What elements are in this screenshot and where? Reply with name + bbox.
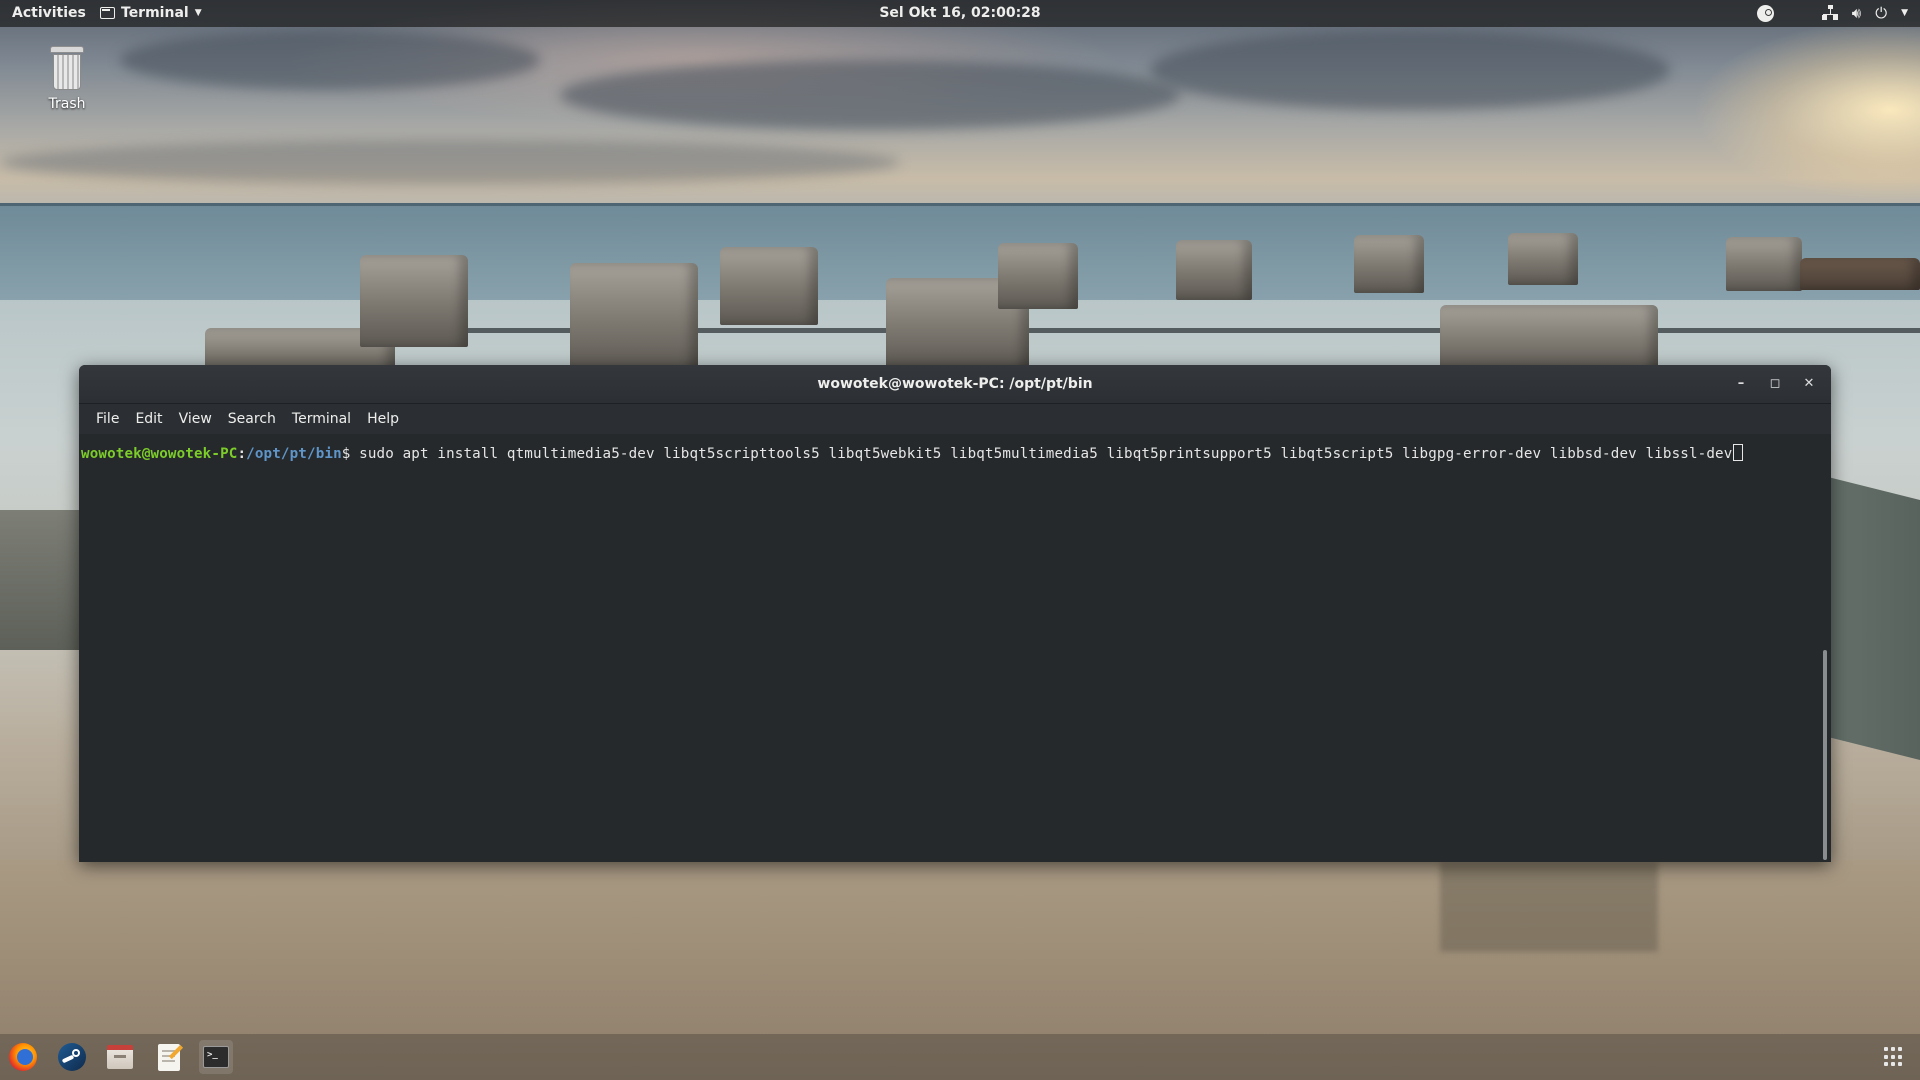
text-editor-icon[interactable] — [152, 1040, 186, 1074]
top-bar: Activities Terminal ▼ Sel Okt 16, 02:00:… — [0, 0, 1920, 27]
wallpaper-pillar — [1176, 240, 1252, 300]
activities-button[interactable]: Activities — [12, 5, 86, 21]
app-menu[interactable]: Terminal ▼ — [100, 5, 202, 21]
wallpaper-cloud — [1150, 30, 1670, 110]
wallpaper-pillar — [720, 247, 818, 325]
wallpaper-pillar — [1508, 233, 1578, 285]
desktop-icon-label: Trash — [48, 96, 86, 112]
wallpaper-pillar — [1354, 235, 1424, 293]
wallpaper-pillar — [570, 263, 698, 373]
prompt-user-host: wowotek@wowotek-PC — [81, 446, 238, 462]
terminal-scrollbar[interactable] — [1823, 650, 1827, 860]
menu-help[interactable]: Help — [359, 411, 407, 427]
volume-icon[interactable]: 🔊︎ — [1852, 4, 1861, 22]
wallpaper-pillar — [998, 243, 1078, 309]
prompt-separator: : — [237, 446, 247, 462]
wallpaper-cloud — [0, 140, 900, 185]
terminal-app-icon — [100, 7, 115, 19]
maximize-button[interactable]: ◻ — [1763, 373, 1787, 395]
terminal-output[interactable]: wowotek@wowotek-PC:/opt/pt/bin$ sudo apt… — [79, 434, 1831, 862]
menu-search[interactable]: Search — [220, 411, 284, 427]
file-manager-icon[interactable] — [103, 1040, 137, 1074]
terminal-window: wowotek@wowotek-PC: /opt/pt/bin – ◻ ✕ Fi… — [79, 365, 1831, 862]
wallpaper-reflection — [1440, 862, 1658, 952]
dock: >_ — [0, 1034, 1920, 1080]
trash-icon — [50, 46, 84, 90]
show-applications-icon[interactable] — [1884, 1047, 1904, 1067]
minimize-button[interactable]: – — [1729, 373, 1753, 395]
wallpaper-horizon — [0, 203, 1920, 206]
command-line: wowotek@wowotek-PC:/opt/pt/bin$ sudo apt… — [81, 444, 1744, 462]
command-text: sudo apt install qtmultimedia5-dev libqt… — [350, 446, 1733, 462]
window-title: wowotek@wowotek-PC: /opt/pt/bin — [817, 376, 1093, 392]
desktop-icon-trash[interactable]: Trash — [34, 46, 100, 112]
steam-icon[interactable] — [55, 1040, 89, 1074]
firefox-icon[interactable] — [6, 1040, 40, 1074]
wallpaper-rock-wall — [0, 510, 85, 650]
close-button[interactable]: ✕ — [1797, 373, 1821, 395]
network-icon[interactable] — [1821, 5, 1838, 21]
clock[interactable]: Sel Okt 16, 02:00:28 — [879, 5, 1040, 21]
steam-tray-icon[interactable] — [1756, 4, 1774, 22]
prompt-path: /opt/pt/bin — [246, 446, 342, 462]
wallpaper-pillar — [360, 255, 468, 347]
power-icon[interactable]: ⏻ — [1875, 4, 1887, 22]
menu-view[interactable]: View — [171, 411, 220, 427]
chevron-down-icon: ▼ — [194, 8, 202, 18]
wallpaper-pillar — [1726, 237, 1802, 291]
text-cursor — [1733, 444, 1744, 461]
window-controls: – ◻ ✕ — [1729, 373, 1821, 395]
terminal-icon[interactable]: >_ — [199, 1040, 233, 1074]
wallpaper-cloud — [120, 30, 540, 90]
clock-container: Sel Okt 16, 02:00:28 — [0, 5, 1920, 21]
system-tray: 🔊︎ ⏻ ▼ — [1756, 4, 1908, 22]
window-titlebar[interactable]: wowotek@wowotek-PC: /opt/pt/bin – ◻ ✕ — [79, 365, 1831, 404]
wallpaper-cloud — [560, 60, 1180, 130]
menu-file[interactable]: File — [88, 411, 127, 427]
app-menu-label: Terminal — [121, 5, 189, 21]
menu-terminal[interactable]: Terminal — [284, 411, 359, 427]
menu-bar: File Edit View Search Terminal Help — [79, 404, 1831, 434]
wallpaper-rock — [1800, 258, 1920, 290]
menu-edit[interactable]: Edit — [127, 411, 170, 427]
chevron-down-icon[interactable]: ▼ — [1901, 4, 1908, 22]
